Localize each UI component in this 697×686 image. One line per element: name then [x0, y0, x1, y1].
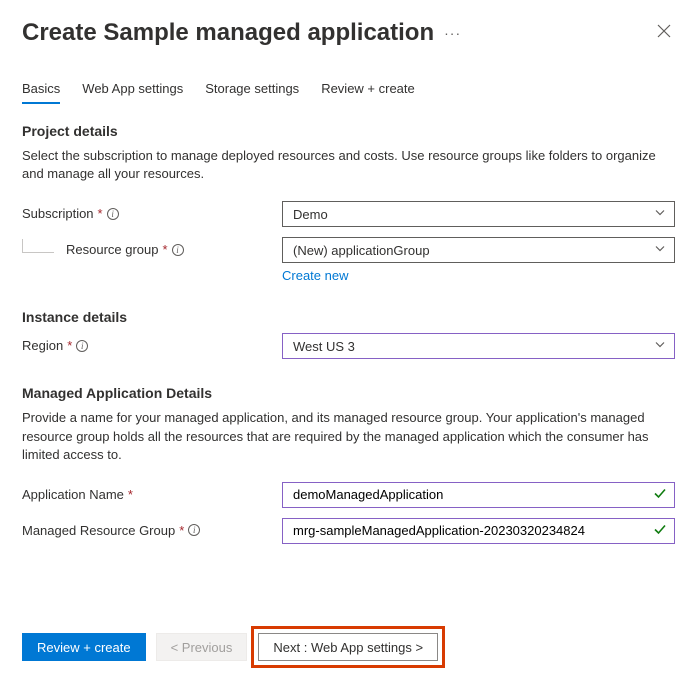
- region-select[interactable]: West US 3: [282, 333, 675, 359]
- more-icon[interactable]: ···: [444, 25, 461, 41]
- required-indicator: *: [128, 487, 133, 502]
- highlight-box: Next : Web App settings >: [251, 626, 445, 668]
- resource-group-value: (New) applicationGroup: [293, 243, 430, 258]
- managed-resource-group-label: Managed Resource Group: [22, 523, 175, 538]
- chevron-down-icon: [654, 207, 666, 222]
- application-name-input[interactable]: [282, 482, 675, 508]
- tabs: Basics Web App settings Storage settings…: [22, 75, 675, 105]
- instance-details-heading: Instance details: [22, 309, 675, 325]
- managed-application-description: Provide a name for your managed applicat…: [22, 409, 675, 464]
- check-icon: [653, 486, 667, 503]
- review-create-button[interactable]: Review + create: [22, 633, 146, 661]
- instance-details-section: Instance details Region * i West US 3: [22, 309, 675, 359]
- tab-basics[interactable]: Basics: [22, 75, 60, 104]
- indent-line: [22, 239, 54, 253]
- info-icon[interactable]: i: [188, 524, 200, 536]
- project-details-heading: Project details: [22, 123, 675, 139]
- required-indicator: *: [179, 523, 184, 538]
- create-new-link[interactable]: Create new: [282, 268, 348, 283]
- required-indicator: *: [163, 242, 168, 257]
- chevron-down-icon: [654, 339, 666, 354]
- managed-resource-group-input[interactable]: [282, 518, 675, 544]
- subscription-label: Subscription: [22, 206, 94, 221]
- required-indicator: *: [98, 206, 103, 221]
- project-details-description: Select the subscription to manage deploy…: [22, 147, 675, 183]
- next-button[interactable]: Next : Web App settings >: [258, 633, 438, 661]
- tab-web-app-settings[interactable]: Web App settings: [82, 75, 183, 104]
- subscription-select[interactable]: Demo: [282, 201, 675, 227]
- check-icon: [653, 522, 667, 539]
- tab-storage-settings[interactable]: Storage settings: [205, 75, 299, 104]
- info-icon[interactable]: i: [172, 244, 184, 256]
- header: Create Sample managed application ···: [22, 18, 675, 47]
- page-title: Create Sample managed application: [22, 19, 434, 47]
- subscription-value: Demo: [293, 207, 328, 222]
- tab-review-create[interactable]: Review + create: [321, 75, 415, 104]
- managed-application-section: Managed Application Details Provide a na…: [22, 385, 675, 544]
- info-icon[interactable]: i: [76, 340, 88, 352]
- footer: Review + create < Previous Next : Web Ap…: [22, 626, 675, 668]
- required-indicator: *: [67, 338, 72, 353]
- resource-group-select[interactable]: (New) applicationGroup: [282, 237, 675, 263]
- application-name-label: Application Name: [22, 487, 124, 502]
- region-value: West US 3: [293, 339, 355, 354]
- project-details-section: Project details Select the subscription …: [22, 123, 675, 283]
- resource-group-label: Resource group: [66, 242, 159, 257]
- managed-application-heading: Managed Application Details: [22, 385, 675, 401]
- region-label: Region: [22, 338, 63, 353]
- info-icon[interactable]: i: [107, 208, 119, 220]
- close-icon[interactable]: [653, 18, 675, 47]
- chevron-down-icon: [654, 243, 666, 258]
- previous-button: < Previous: [156, 633, 248, 661]
